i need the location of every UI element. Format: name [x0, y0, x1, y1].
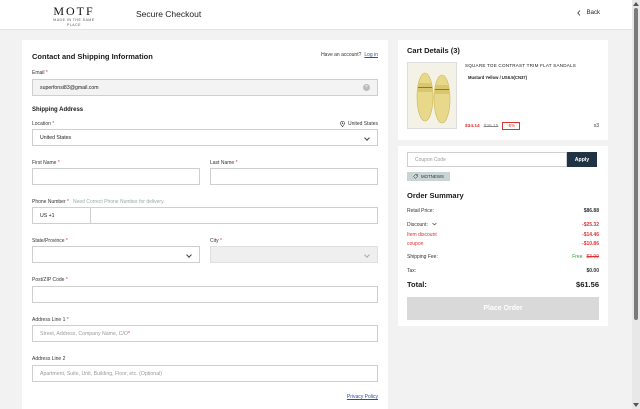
- original-price: $36.15: [483, 123, 499, 129]
- discount-value: -$25.32: [582, 222, 599, 228]
- chevron-left-icon: [576, 10, 580, 16]
- city-select[interactable]: [210, 246, 378, 263]
- shipping-fee-row: Shipping Fee: Free $3.99: [407, 254, 599, 260]
- retail-value: $86.88: [583, 208, 599, 214]
- scroll-up-arrow-icon[interactable]: [633, 2, 639, 6]
- zip-label: Post/ZIP Code *: [32, 277, 68, 283]
- state-select[interactable]: [32, 246, 200, 263]
- last-name-field[interactable]: [210, 168, 378, 185]
- product-image[interactable]: [407, 62, 457, 129]
- scroll-thumb[interactable]: [634, 8, 638, 320]
- discount-row[interactable]: Discount: -$25.32: [407, 222, 599, 228]
- coupon-value: -$10.86: [582, 241, 599, 247]
- chevron-down-icon: [186, 252, 192, 258]
- has-account-text: Have an account?: [321, 52, 362, 58]
- applied-coupon-tag[interactable]: MOTNEWS: [407, 172, 450, 181]
- back-label: Back: [586, 10, 600, 16]
- chevron-down-icon: [432, 222, 437, 226]
- location-label: Location *: [32, 121, 55, 127]
- logo-subtext: MADE IN THE SAME PLACE: [53, 18, 95, 27]
- coupon-row: coupon -$10.86: [407, 241, 599, 247]
- cart-details-card: Cart Details (3) SQUARE TOE CONTRAST TRI…: [398, 40, 608, 140]
- chevron-down-icon: [364, 135, 370, 141]
- contact-shipping-card: Contact and Shipping Information Have an…: [22, 40, 388, 409]
- address1-placeholder: Street, Address, Company Name, C/O: [40, 330, 128, 337]
- location-right-text: United States: [347, 121, 378, 127]
- scroll-down-arrow-icon[interactable]: [633, 403, 639, 407]
- shipping-value-wrap: Free $3.99: [572, 254, 599, 260]
- email-value: superfonsi83@gmail.com: [40, 84, 99, 91]
- coupon-label: coupon: [407, 241, 424, 247]
- address2-placeholder: Apartment, Suite, Unit, Building, Floor,…: [40, 370, 162, 377]
- product-variant: Mustard Yellow / US6.5(CN37): [468, 75, 528, 80]
- product-name[interactable]: SQUARE TOE CONTRAST TRIM FLAT SANDALS: [465, 63, 576, 68]
- brand-logo[interactable]: MOTF MADE IN THE SAME PLACE: [52, 5, 96, 28]
- apply-coupon-button[interactable]: Apply: [567, 152, 597, 167]
- state-label: State/Province *: [32, 238, 68, 244]
- email-label: Email *: [32, 70, 48, 76]
- item-discount-value: -$14.46: [582, 232, 599, 238]
- email-field[interactable]: superfonsi83@gmail.com ×: [32, 79, 378, 96]
- first-name-field[interactable]: [32, 168, 200, 185]
- login-link[interactable]: Log in: [364, 52, 378, 58]
- location-pin-icon: [340, 121, 345, 127]
- clear-icon[interactable]: ×: [363, 84, 370, 91]
- phone-label: Phone Number * Need Correct Phone Number …: [32, 199, 165, 205]
- retail-price-row: Retail Price: $86.88: [407, 208, 599, 214]
- location-select[interactable]: United States: [32, 129, 378, 146]
- tax-row: Tax: $0.00: [407, 268, 599, 274]
- contact-section-title: Contact and Shipping Information: [32, 52, 153, 61]
- shipping-free: Free: [572, 254, 583, 260]
- address1-field[interactable]: Street, Address, Company Name, C/O *: [32, 325, 378, 342]
- last-name-label: Last Name *: [210, 160, 238, 166]
- location-indicator: United States: [340, 121, 378, 127]
- address2-label: Address Line 2: [32, 356, 66, 362]
- item-discount-row: Item discount -$14.46: [407, 232, 599, 238]
- order-summary-card: Coupon Code Apply MOTNEWS Order Summary …: [398, 146, 608, 326]
- coupon-input[interactable]: Coupon Code: [407, 152, 567, 167]
- retail-label: Retail Price:: [407, 208, 434, 214]
- first-name-label: First Name *: [32, 160, 60, 166]
- shipping-label: Shipping Fee:: [407, 254, 438, 260]
- page-scrollbar[interactable]: [632, 0, 640, 409]
- phone-hint: Need Correct Phone Number for delivery.: [72, 199, 165, 205]
- order-summary-title: Order Summary: [407, 191, 464, 200]
- place-order-button[interactable]: Place Order: [407, 297, 599, 320]
- logo-text: MOTF: [53, 4, 95, 18]
- account-prompt: Have an account? Log in: [321, 52, 378, 58]
- address2-field[interactable]: Apartment, Suite, Unit, Building, Floor,…: [32, 365, 378, 382]
- page-title: Secure Checkout: [136, 9, 202, 19]
- coupon-placeholder: Coupon Code: [415, 156, 446, 163]
- discount-badge: -5%: [502, 122, 521, 130]
- discount-label-wrap: Discount:: [407, 222, 437, 228]
- item-discount-label: Item discount: [407, 232, 437, 238]
- coupon-tag-text: MOTNEWS: [421, 174, 444, 179]
- sandal-image-icon: [408, 63, 456, 128]
- shipping-address-title: Shipping Address: [32, 107, 84, 113]
- tax-label: Tax:: [407, 268, 417, 274]
- tag-icon: [413, 174, 418, 179]
- total-label: Total:: [407, 280, 427, 289]
- shipping-orig: $3.99: [586, 254, 599, 260]
- privacy-policy-link[interactable]: Privacy Policy: [347, 394, 378, 400]
- phone-field[interactable]: US +1: [32, 207, 378, 224]
- discount-label: Discount:: [407, 222, 428, 228]
- chevron-down-icon: [364, 252, 370, 258]
- price-row: $34.14 $36.15 -5%: [465, 122, 521, 130]
- zip-field[interactable]: [32, 286, 378, 303]
- tax-value: $0.00: [586, 268, 599, 274]
- cart-title: Cart Details (3): [407, 46, 460, 55]
- quantity: x3: [593, 123, 599, 129]
- back-button[interactable]: Back: [576, 10, 600, 16]
- page-header: MOTF MADE IN THE SAME PLACE Secure Check…: [0, 0, 632, 30]
- address1-label: Address Line 1 *: [32, 317, 69, 323]
- total-value: $61.56: [576, 280, 599, 289]
- city-label: City *: [210, 238, 222, 244]
- sale-price: $34.14: [465, 123, 480, 129]
- total-row: Total: $61.56: [407, 280, 599, 289]
- location-value: United States: [40, 134, 72, 141]
- phone-country-code[interactable]: US +1: [33, 208, 91, 223]
